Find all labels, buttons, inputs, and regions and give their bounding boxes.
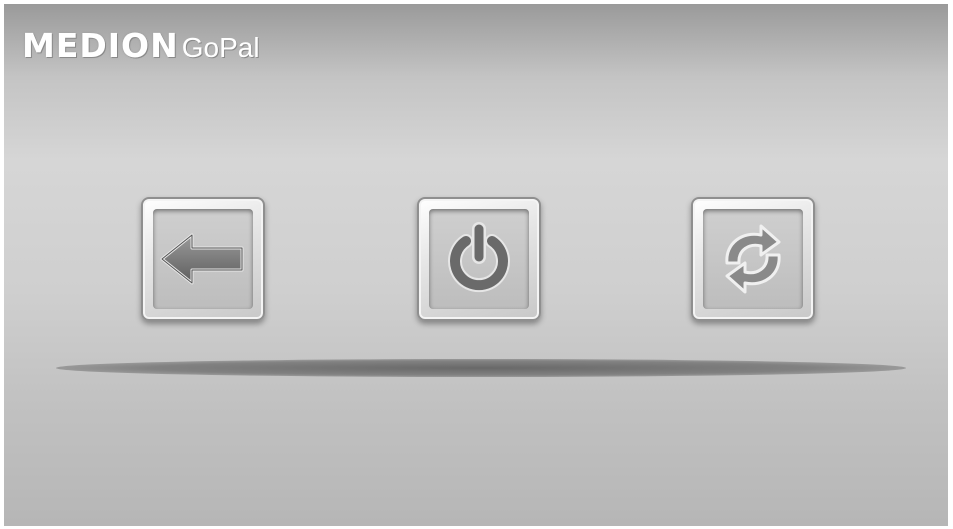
refresh-icon xyxy=(725,224,781,294)
product-name: GoPal xyxy=(181,32,260,63)
shelf-shadow xyxy=(56,359,906,377)
power-button-face xyxy=(429,209,529,309)
brand-name: MEDION xyxy=(22,26,179,65)
arrow-left-icon xyxy=(160,233,244,285)
back-button[interactable] xyxy=(141,197,265,321)
back-button-face xyxy=(153,209,253,309)
power-button[interactable] xyxy=(417,197,541,321)
power-icon xyxy=(448,222,510,293)
refresh-button[interactable] xyxy=(691,197,815,321)
medion-gopal-logo: MEDION GoPal xyxy=(22,26,260,65)
gopal-screen: MEDION GoPal xyxy=(4,4,948,526)
refresh-button-face xyxy=(703,209,803,309)
